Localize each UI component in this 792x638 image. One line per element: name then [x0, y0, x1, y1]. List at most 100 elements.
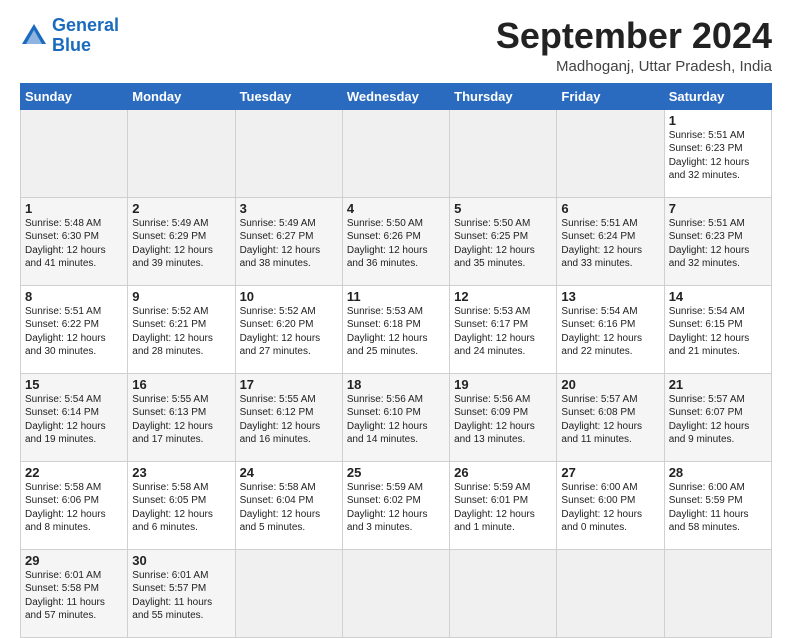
calendar-cell: 29Sunrise: 6:01 AM Sunset: 5:58 PM Dayli… — [21, 549, 128, 637]
day-header-wednesday: Wednesday — [342, 83, 449, 109]
day-number: 14 — [669, 289, 767, 304]
day-header-friday: Friday — [557, 83, 664, 109]
day-info: Sunrise: 5:54 AM Sunset: 6:16 PM Dayligh… — [561, 305, 659, 359]
day-info: Sunrise: 6:01 AM Sunset: 5:57 PM Dayligh… — [132, 569, 230, 623]
calendar-cell: 6Sunrise: 5:51 AM Sunset: 6:24 PM Daylig… — [557, 197, 664, 285]
day-number: 18 — [347, 377, 445, 392]
day-info: Sunrise: 5:54 AM Sunset: 6:14 PM Dayligh… — [25, 393, 123, 447]
day-info: Sunrise: 5:57 AM Sunset: 6:07 PM Dayligh… — [669, 393, 767, 447]
logo-line2: Blue — [52, 35, 91, 55]
day-info: Sunrise: 5:56 AM Sunset: 6:10 PM Dayligh… — [347, 393, 445, 447]
day-number: 16 — [132, 377, 230, 392]
calendar-cell: 20Sunrise: 5:57 AM Sunset: 6:08 PM Dayli… — [557, 373, 664, 461]
day-info: Sunrise: 5:57 AM Sunset: 6:08 PM Dayligh… — [561, 393, 659, 447]
calendar-cell — [664, 549, 771, 637]
day-number: 28 — [669, 465, 767, 480]
day-number: 1 — [669, 113, 767, 128]
day-number: 4 — [347, 201, 445, 216]
calendar-cell — [557, 109, 664, 197]
calendar-cell: 9Sunrise: 5:52 AM Sunset: 6:21 PM Daylig… — [128, 285, 235, 373]
day-number: 29 — [25, 553, 123, 568]
calendar-cell: 5Sunrise: 5:50 AM Sunset: 6:25 PM Daylig… — [450, 197, 557, 285]
calendar-cell: 1Sunrise: 5:51 AM Sunset: 6:23 PM Daylig… — [664, 109, 771, 197]
calendar-cell: 3Sunrise: 5:49 AM Sunset: 6:27 PM Daylig… — [235, 197, 342, 285]
calendar-cell: 1Sunrise: 5:48 AM Sunset: 6:30 PM Daylig… — [21, 197, 128, 285]
calendar-cell: 17Sunrise: 5:55 AM Sunset: 6:12 PM Dayli… — [235, 373, 342, 461]
day-header-saturday: Saturday — [664, 83, 771, 109]
day-info: Sunrise: 5:59 AM Sunset: 6:02 PM Dayligh… — [347, 481, 445, 535]
main-title: September 2024 — [496, 16, 772, 56]
day-info: Sunrise: 5:58 AM Sunset: 6:05 PM Dayligh… — [132, 481, 230, 535]
day-number: 15 — [25, 377, 123, 392]
calendar-cell — [235, 109, 342, 197]
header: General Blue September 2024 Madhoganj, U… — [20, 16, 772, 75]
calendar-cell — [235, 549, 342, 637]
day-info: Sunrise: 5:56 AM Sunset: 6:09 PM Dayligh… — [454, 393, 552, 447]
calendar-cell — [450, 549, 557, 637]
logo: General Blue — [20, 16, 119, 56]
calendar-cell: 7Sunrise: 5:51 AM Sunset: 6:23 PM Daylig… — [664, 197, 771, 285]
day-info: Sunrise: 5:52 AM Sunset: 6:20 PM Dayligh… — [240, 305, 338, 359]
logo-line1: General — [52, 15, 119, 35]
page: General Blue September 2024 Madhoganj, U… — [0, 0, 792, 612]
day-info: Sunrise: 5:50 AM Sunset: 6:25 PM Dayligh… — [454, 217, 552, 271]
calendar-cell: 8Sunrise: 5:51 AM Sunset: 6:22 PM Daylig… — [21, 285, 128, 373]
day-number: 20 — [561, 377, 659, 392]
day-number: 5 — [454, 201, 552, 216]
calendar-cell: 18Sunrise: 5:56 AM Sunset: 6:10 PM Dayli… — [342, 373, 449, 461]
calendar-cell: 25Sunrise: 5:59 AM Sunset: 6:02 PM Dayli… — [342, 461, 449, 549]
day-info: Sunrise: 5:51 AM Sunset: 6:23 PM Dayligh… — [669, 129, 767, 183]
calendar-cell — [557, 549, 664, 637]
calendar-cell: 16Sunrise: 5:55 AM Sunset: 6:13 PM Dayli… — [128, 373, 235, 461]
calendar-cell: 26Sunrise: 5:59 AM Sunset: 6:01 PM Dayli… — [450, 461, 557, 549]
calendar-cell — [342, 549, 449, 637]
day-info: Sunrise: 5:54 AM Sunset: 6:15 PM Dayligh… — [669, 305, 767, 359]
day-number: 2 — [132, 201, 230, 216]
day-info: Sunrise: 6:00 AM Sunset: 6:00 PM Dayligh… — [561, 481, 659, 535]
day-header-thursday: Thursday — [450, 83, 557, 109]
day-number: 24 — [240, 465, 338, 480]
calendar-cell: 21Sunrise: 5:57 AM Sunset: 6:07 PM Dayli… — [664, 373, 771, 461]
calendar-cell: 24Sunrise: 5:58 AM Sunset: 6:04 PM Dayli… — [235, 461, 342, 549]
day-info: Sunrise: 5:55 AM Sunset: 6:13 PM Dayligh… — [132, 393, 230, 447]
day-info: Sunrise: 5:49 AM Sunset: 6:27 PM Dayligh… — [240, 217, 338, 271]
day-info: Sunrise: 6:01 AM Sunset: 5:58 PM Dayligh… — [25, 569, 123, 623]
calendar-cell: 13Sunrise: 5:54 AM Sunset: 6:16 PM Dayli… — [557, 285, 664, 373]
day-number: 13 — [561, 289, 659, 304]
day-info: Sunrise: 5:59 AM Sunset: 6:01 PM Dayligh… — [454, 481, 552, 535]
day-info: Sunrise: 5:58 AM Sunset: 6:06 PM Dayligh… — [25, 481, 123, 535]
day-header-sunday: Sunday — [21, 83, 128, 109]
day-number: 17 — [240, 377, 338, 392]
day-number: 26 — [454, 465, 552, 480]
calendar-cell: 14Sunrise: 5:54 AM Sunset: 6:15 PM Dayli… — [664, 285, 771, 373]
calendar-cell: 22Sunrise: 5:58 AM Sunset: 6:06 PM Dayli… — [21, 461, 128, 549]
day-info: Sunrise: 5:50 AM Sunset: 6:26 PM Dayligh… — [347, 217, 445, 271]
calendar-cell: 30Sunrise: 6:01 AM Sunset: 5:57 PM Dayli… — [128, 549, 235, 637]
day-number: 3 — [240, 201, 338, 216]
day-number: 22 — [25, 465, 123, 480]
day-number: 9 — [132, 289, 230, 304]
calendar-cell: 28Sunrise: 6:00 AM Sunset: 5:59 PM Dayli… — [664, 461, 771, 549]
calendar-cell: 15Sunrise: 5:54 AM Sunset: 6:14 PM Dayli… — [21, 373, 128, 461]
day-number: 12 — [454, 289, 552, 304]
day-number: 6 — [561, 201, 659, 216]
calendar-cell — [342, 109, 449, 197]
day-number: 25 — [347, 465, 445, 480]
calendar-cell: 27Sunrise: 6:00 AM Sunset: 6:00 PM Dayli… — [557, 461, 664, 549]
day-number: 21 — [669, 377, 767, 392]
logo-icon — [20, 22, 48, 50]
day-info: Sunrise: 5:52 AM Sunset: 6:21 PM Dayligh… — [132, 305, 230, 359]
calendar-cell: 23Sunrise: 5:58 AM Sunset: 6:05 PM Dayli… — [128, 461, 235, 549]
day-info: Sunrise: 5:49 AM Sunset: 6:29 PM Dayligh… — [132, 217, 230, 271]
day-number: 7 — [669, 201, 767, 216]
day-number: 1 — [25, 201, 123, 216]
day-info: Sunrise: 5:55 AM Sunset: 6:12 PM Dayligh… — [240, 393, 338, 447]
day-header-monday: Monday — [128, 83, 235, 109]
day-number: 23 — [132, 465, 230, 480]
day-number: 27 — [561, 465, 659, 480]
calendar-table: SundayMondayTuesdayWednesdayThursdayFrid… — [20, 83, 772, 638]
day-number: 19 — [454, 377, 552, 392]
day-number: 30 — [132, 553, 230, 568]
day-info: Sunrise: 5:51 AM Sunset: 6:23 PM Dayligh… — [669, 217, 767, 271]
day-info: Sunrise: 5:53 AM Sunset: 6:17 PM Dayligh… — [454, 305, 552, 359]
